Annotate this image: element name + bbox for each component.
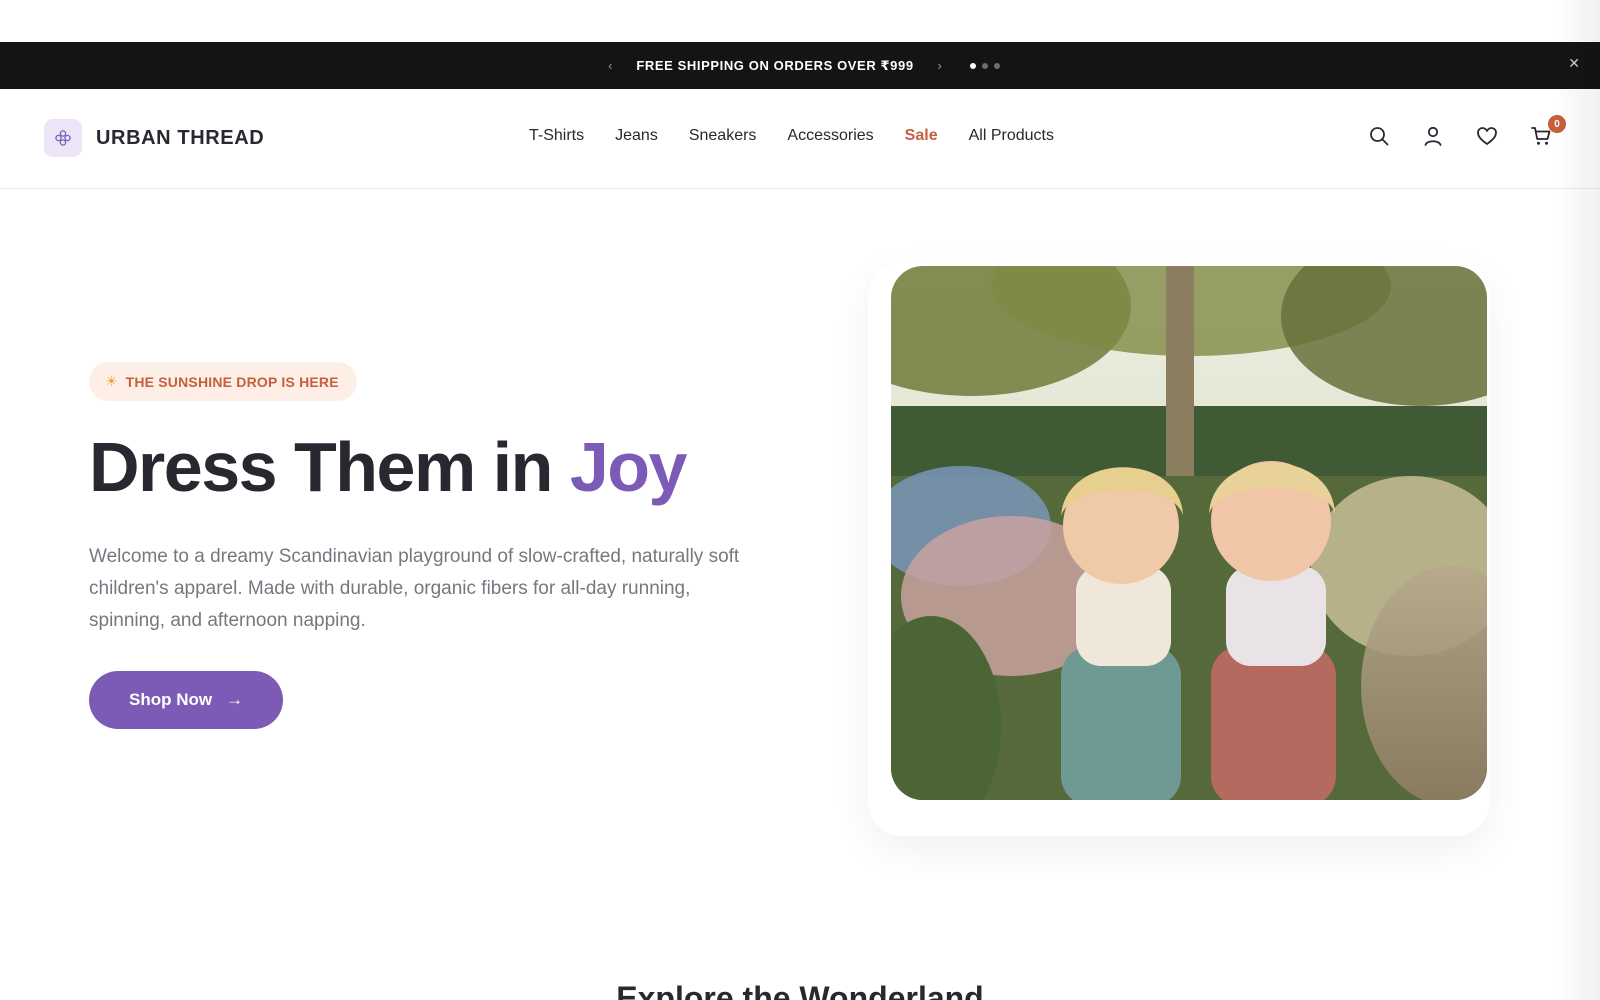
nav-item-sneakers[interactable]: Sneakers [689,127,757,145]
arrow-right-icon: → [226,689,244,709]
hero-content: ☀ THE SUNSHINE DROP IS HERE Dress Them i… [89,362,769,729]
announcement-dot[interactable] [993,62,1000,69]
shop-now-button[interactable]: Shop Now → [89,670,284,729]
hero-title-main: Dress Them in [89,428,570,506]
search-icon[interactable] [1368,125,1390,147]
announcement-text: FREE SHIPPING ON ORDERS OVER ₹999 [636,57,914,73]
promo-badge: ☀ THE SUNSHINE DROP IS HERE [89,362,357,401]
close-icon[interactable]: ✕ [1568,55,1580,72]
main-nav: T-Shirts Jeans Sneakers Accessories Sale… [529,127,1054,145]
header-actions: 0 [1368,115,1566,147]
section-title: Explore the Wonderland [616,980,984,1000]
hero-image [891,266,1487,800]
nav-item-accessories[interactable]: Accessories [787,127,873,145]
hero-description: Welcome to a dreamy Scandinavian playgro… [89,545,740,631]
nav-item-all-products[interactable]: All Products [969,127,1054,145]
chevron-right-icon[interactable]: › [930,58,950,73]
heart-icon[interactable] [1476,125,1498,147]
nav-item-t-shirts[interactable]: T-Shirts [529,127,584,145]
shop-now-label: Shop Now [129,689,213,709]
announcement-bar: ‹ FREE SHIPPING ON ORDERS OVER ₹999 › ✕ [0,42,1600,89]
promo-badge-text: THE SUNSHINE DROP IS HERE [125,373,339,390]
nav-item-sale[interactable]: Sale [905,127,938,145]
hero-title: Dress Them in Joy [89,428,769,506]
cart-icon[interactable]: 0 [1530,115,1566,147]
announcement-dot[interactable] [981,62,988,69]
announcement-dot[interactable] [969,62,976,69]
flower-icon [44,119,82,157]
announcement-dots [969,62,1000,69]
top-spacer [0,0,1600,42]
user-icon[interactable] [1422,125,1444,147]
cart-count-badge: 0 [1548,115,1566,133]
nav-item-jeans[interactable]: Jeans [615,127,658,145]
chevron-left-icon[interactable]: ‹ [600,58,620,73]
hero-title-accent: Joy [569,428,688,506]
brand-link[interactable]: URBAN THREAD [44,119,264,157]
announcement-center: ‹ FREE SHIPPING ON ORDERS OVER ₹999 › [600,57,1000,74]
brand-name: URBAN THREAD [96,126,265,149]
site-header: URBAN THREAD T-Shirts Jeans Sneakers Acc… [0,89,1600,189]
sun-icon: ☀ [105,373,118,389]
